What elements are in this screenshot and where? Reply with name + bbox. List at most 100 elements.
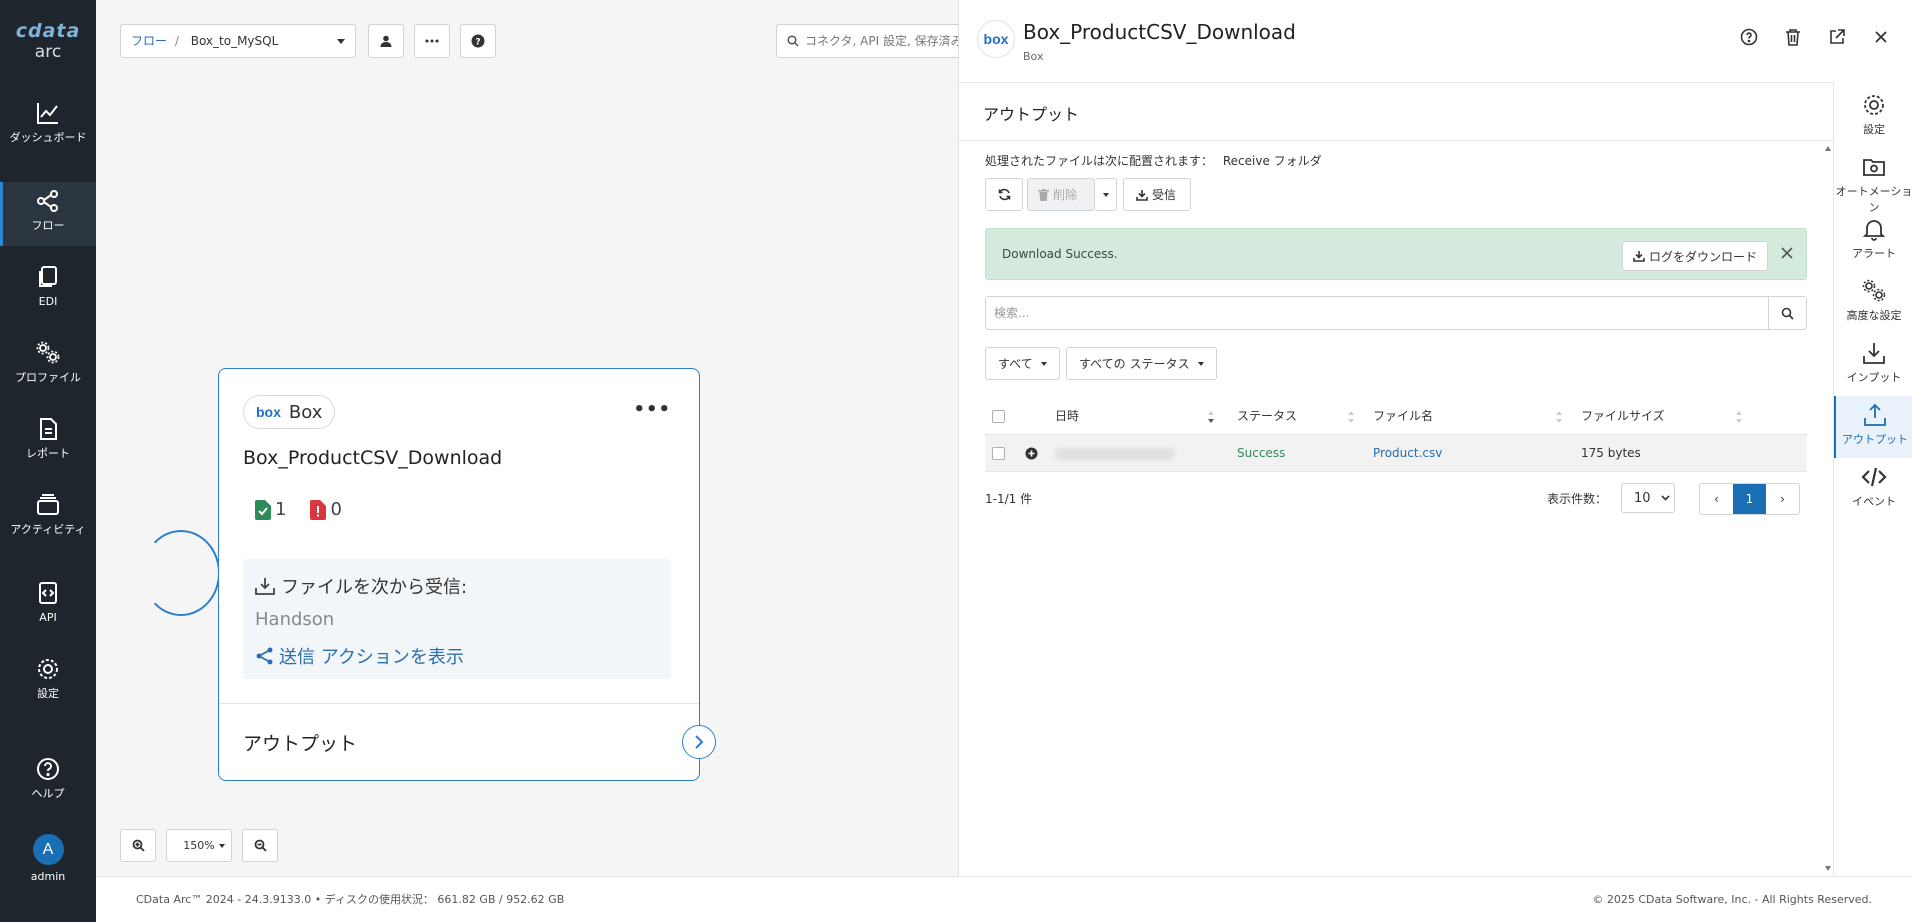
nav-label: アクティビティ bbox=[10, 523, 86, 536]
output-location: 処理されたファイルは次に配置されます： Receive フォルダ bbox=[985, 152, 1322, 169]
nav-item-profile[interactable]: プロファイル bbox=[0, 340, 96, 394]
send-action-link[interactable]: 送信 アクションを表示 bbox=[255, 643, 464, 669]
nav-item-api[interactable]: API bbox=[0, 580, 96, 634]
filter-status-dropdown[interactable]: すべての ステータス bbox=[1066, 347, 1217, 380]
zoom-level-select[interactable]: 150% bbox=[166, 829, 232, 862]
app-logo[interactable]: cdata arc bbox=[0, 22, 96, 61]
prev-page-button[interactable]: ‹ bbox=[1700, 484, 1733, 514]
breadcrumb-root[interactable]: フロー bbox=[131, 34, 167, 48]
sort-icon[interactable] bbox=[1735, 410, 1743, 424]
rail-label: 設定 bbox=[1863, 123, 1885, 136]
delete-dropdown-button[interactable] bbox=[1095, 178, 1117, 211]
rail-label: インプット bbox=[1846, 371, 1902, 384]
row-checkbox[interactable] bbox=[992, 447, 1005, 460]
nav-label: フロー bbox=[31, 219, 65, 232]
help-button[interactable]: ? bbox=[460, 24, 496, 58]
connector-search-input[interactable]: コネクタ, API 設定, 保存済み bbox=[776, 24, 966, 58]
select-all-checkbox[interactable] bbox=[992, 410, 1005, 423]
scroll-down-arrow[interactable] bbox=[1825, 866, 1831, 871]
zoom-level: 150% bbox=[183, 839, 215, 852]
nav-item-flow[interactable]: フロー bbox=[0, 182, 96, 246]
filter-status-label: すべての ステータス bbox=[1079, 357, 1190, 371]
success-count[interactable]: 1 bbox=[255, 499, 286, 520]
rail-item-events[interactable]: イベント bbox=[1834, 458, 1912, 520]
download-log-button[interactable]: ログをダウンロード bbox=[1622, 241, 1769, 271]
table-row[interactable]: Success Product.csv 175 bytes bbox=[985, 434, 1807, 472]
refresh-button[interactable] bbox=[985, 178, 1023, 211]
folder-gear-icon bbox=[1861, 154, 1887, 180]
page-button-current[interactable]: 1 bbox=[1733, 484, 1766, 514]
node-stats: 1 0 bbox=[255, 499, 342, 520]
node-more-button[interactable]: ••• bbox=[633, 399, 671, 420]
nav-item-report[interactable]: レポート bbox=[0, 416, 96, 470]
rail-item-automation[interactable]: オートメーション bbox=[1834, 148, 1912, 214]
node-output-expand-button[interactable] bbox=[682, 725, 716, 759]
download-icon bbox=[1136, 189, 1148, 201]
row-filename-link[interactable]: Product.csv bbox=[1373, 435, 1442, 471]
more-options-button[interactable] bbox=[414, 24, 450, 58]
copy-icon bbox=[35, 264, 61, 290]
search-button[interactable] bbox=[1768, 297, 1806, 329]
search-input[interactable] bbox=[986, 297, 1766, 329]
rail-item-advanced[interactable]: 高度な設定 bbox=[1834, 272, 1912, 334]
filter-all-dropdown[interactable]: すべて bbox=[985, 347, 1060, 380]
logo-top: cdata bbox=[15, 20, 81, 42]
nav-user[interactable]: A admin bbox=[0, 834, 96, 894]
nav-label: EDI bbox=[38, 295, 58, 308]
sort-icon[interactable] bbox=[1555, 410, 1563, 424]
user-button[interactable] bbox=[368, 24, 404, 58]
help-icon[interactable] bbox=[1740, 28, 1758, 46]
expand-row-icon[interactable] bbox=[1025, 447, 1038, 460]
zoom-in-icon bbox=[132, 839, 145, 852]
zoom-in-button[interactable] bbox=[120, 829, 156, 862]
breadcrumb-current: Box_to_MySQL bbox=[190, 34, 279, 48]
error-count[interactable]: 0 bbox=[310, 499, 342, 520]
divider bbox=[959, 82, 1912, 83]
rail-item-alerts[interactable]: アラート bbox=[1834, 210, 1912, 272]
file-error-icon bbox=[310, 499, 327, 520]
connector-type: Box bbox=[288, 401, 323, 423]
panel-title: Box_ProductCSV_Download bbox=[1023, 20, 1296, 44]
trash-icon[interactable] bbox=[1784, 28, 1802, 46]
receive-button[interactable]: 受信 bbox=[1123, 178, 1191, 211]
share-icon bbox=[255, 647, 275, 665]
rail-item-settings[interactable]: 設定 bbox=[1834, 86, 1912, 148]
per-page-label: 表示件数： bbox=[1547, 492, 1608, 506]
nav-label: ヘルプ bbox=[31, 787, 65, 800]
column-header-datetime[interactable]: 日時 bbox=[1055, 398, 1079, 434]
rail-item-input[interactable]: インプット bbox=[1834, 334, 1912, 396]
rail-label: アラート bbox=[1852, 247, 1896, 260]
receive-label: ファイルを次から受信: bbox=[281, 577, 468, 598]
rail-item-output[interactable]: アウトプット bbox=[1834, 396, 1912, 458]
per-page-select[interactable]: 10 bbox=[1621, 483, 1675, 513]
column-header-filename[interactable]: ファイル名 bbox=[1373, 398, 1433, 434]
user-name: admin bbox=[30, 870, 66, 883]
breadcrumb[interactable]: フロー / Box_to_MySQL bbox=[120, 24, 356, 58]
nav-item-edi[interactable]: EDI bbox=[0, 264, 96, 318]
flow-canvas[interactable]: フロー / Box_to_MySQL ? コネクタ, API 設定, 保存済み … bbox=[96, 0, 966, 876]
zoom-out-button[interactable] bbox=[242, 829, 278, 862]
delete-label: 削除 bbox=[1053, 188, 1078, 202]
nav-item-dashboard[interactable]: ダッシュボード bbox=[0, 100, 96, 162]
column-header-filesize[interactable]: ファイルサイズ bbox=[1581, 398, 1665, 434]
nav-item-help[interactable]: ヘルプ bbox=[0, 756, 96, 810]
nav-item-activity[interactable]: アクティビティ bbox=[0, 492, 96, 558]
next-page-button[interactable]: › bbox=[1766, 484, 1799, 514]
connector-panel: box Box_ProductCSV_Download Box アウトプット 処… bbox=[958, 0, 1912, 876]
scroll-up-arrow[interactable] bbox=[1825, 146, 1831, 151]
code-file-icon bbox=[35, 580, 61, 606]
close-icon[interactable] bbox=[1872, 28, 1890, 46]
delete-button[interactable]: 削除 bbox=[1027, 178, 1095, 211]
sort-icon[interactable] bbox=[1347, 410, 1355, 424]
alert-close-icon[interactable] bbox=[1780, 246, 1794, 260]
pagination: ‹ 1 › bbox=[1699, 483, 1800, 515]
sort-desc-icon[interactable] bbox=[1207, 410, 1215, 424]
search-icon bbox=[787, 35, 799, 47]
external-link-icon[interactable] bbox=[1828, 28, 1846, 46]
column-header-status[interactable]: ステータス bbox=[1237, 398, 1297, 434]
nav-item-settings[interactable]: 設定 bbox=[0, 656, 96, 710]
avatar: A bbox=[32, 834, 64, 865]
row-status: Success bbox=[1237, 446, 1286, 460]
nav-label: プロファイル bbox=[15, 371, 81, 384]
flow-node-box[interactable]: box Box ••• Box_ProductCSV_Download 1 0 bbox=[218, 368, 716, 781]
